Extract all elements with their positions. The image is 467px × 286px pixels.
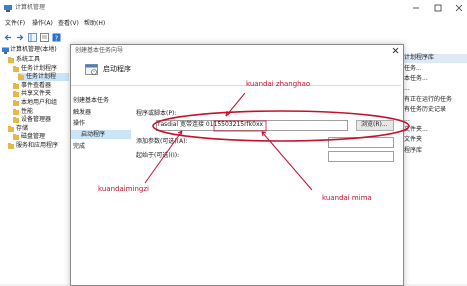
annotation-mingzi-label: kuandaimingzi [98, 185, 149, 193]
step-start-program: 启动程序 [81, 131, 106, 138]
tree-item[interactable]: 事件查看器 [13, 82, 69, 90]
tree-item-label: 任务计划程 [26, 73, 57, 81]
tree-item-label: 服务和应用程序 [16, 142, 59, 149]
tree-item[interactable]: 任务计划程序 [13, 65, 69, 73]
tree-item-label: 共享文件夹 [21, 90, 52, 98]
computer-icon [2, 47, 9, 54]
action-item[interactable]: 文件夹... [404, 127, 428, 134]
start-in-input[interactable] [328, 151, 394, 162]
tree-item-label: 系统工具 [16, 56, 41, 63]
actions-pane: 计划程序库 任务... 本任务...... 有正在运行的任务 有任务历史记录... 文件… [400, 44, 467, 284]
tree-item-label: 事件查看器 [21, 81, 52, 89]
actions-header-label: 计划程序库 [404, 54, 435, 61]
computer-management-icon [4, 4, 12, 12]
maximize-icon[interactable] [433, 4, 443, 12]
svg-text:?: ? [55, 34, 59, 42]
tree-item-label: 性能 [21, 107, 34, 115]
action-item[interactable]: 有正在运行的任务 [404, 96, 452, 104]
menu-help[interactable]: 帮助(H) [84, 20, 105, 28]
start-in-label: 起始于(可选)(I): [136, 152, 180, 159]
menu-view[interactable]: 查看(V) [58, 20, 79, 28]
minimize-icon[interactable] [411, 4, 421, 12]
tree-item-label: 本地用户和组 [21, 99, 58, 106]
add-arguments-input[interactable] [328, 137, 394, 148]
tree-item[interactable]: 系统工具 [8, 56, 69, 64]
action-item[interactable]: 任务... [404, 65, 422, 73]
step-create-basic-task: 创建基本任务 [73, 97, 110, 104]
help-icon[interactable]: ? [52, 33, 61, 42]
console-tree: 计算机管理(本地) 系统工具 任务计划程序 任务计划程 事件查看器 共享文件夹 本地用户和… [0, 44, 71, 284]
tree-item-label: 磁盘管理 [21, 133, 46, 141]
wizard-header: 启动程序 [71, 57, 401, 86]
action-item[interactable]: ... [404, 86, 410, 93]
forward-arrow-icon[interactable] [15, 33, 24, 42]
tree-item[interactable]: 任务计划程 [18, 73, 69, 82]
toolbar: ? [0, 31, 467, 45]
task-wizard-icon [85, 63, 98, 76]
annotation-mima-label: kuandai mima [322, 194, 372, 202]
step-trigger: 触发器 [73, 109, 92, 116]
action-item[interactable]: 本任务... [404, 76, 428, 83]
browse-button-label: 浏览(R)... [361, 121, 388, 128]
program-script-label: 程序或脚本(P): [136, 110, 177, 117]
tree-item[interactable]: 性能 [13, 108, 69, 116]
menu-file[interactable]: 文件(F) [5, 20, 25, 28]
action-item[interactable]: 文件夹 [404, 137, 422, 144]
action-item[interactable]: 有任务历史记录 [404, 106, 446, 114]
window-titlebar: 计算机管理 [0, 0, 467, 18]
add-arguments-label: 添加参数(可选)(A): [136, 138, 188, 145]
tree-item[interactable]: 本地用户和组 [13, 99, 69, 107]
action-item[interactable]: 程序库 [404, 147, 422, 155]
wizard-close-icon[interactable] [391, 46, 400, 55]
menu-bar: 文件(F) 操作(A) 查看(V) 帮助(H) [0, 17, 467, 31]
action-item[interactable]: ... [404, 116, 410, 124]
tree-item[interactable]: 存储 [8, 125, 69, 133]
tree-item-label: 设备管理器 [21, 116, 52, 124]
wizard-header-title: 启动程序 [103, 65, 131, 73]
program-script-value: rasdial 宽带连接 0115503215rfk0xx [158, 121, 264, 128]
step-action: 操作 [73, 120, 86, 127]
tree-item[interactable]: 服务和应用程序 [8, 142, 69, 150]
tree-item-label: 任务计划程序 [21, 64, 58, 72]
folder-icon [8, 143, 14, 151]
step-finish: 完成 [73, 143, 86, 150]
tree-item[interactable]: 设备管理器 [13, 116, 69, 124]
window-title: 计算机管理 [15, 4, 46, 11]
close-icon[interactable] [454, 4, 464, 12]
menu-action[interactable]: 操作(A) [32, 20, 53, 28]
tree-root-label[interactable]: 计算机管理(本地) [10, 46, 57, 54]
show-hide-tree-icon[interactable] [28, 33, 37, 42]
tree-item-label: 存储 [16, 124, 29, 132]
wizard-title: 创建基本任务向导 [75, 47, 124, 54]
tree-item[interactable]: 共享文件夹 [13, 90, 69, 98]
annotation-zhanghao-label: kuandai zhanghao [246, 80, 311, 88]
tree-item[interactable]: 磁盘管理 [13, 133, 69, 141]
properties-icon[interactable] [40, 33, 49, 42]
back-arrow-icon[interactable] [4, 33, 13, 42]
wizard-titlebar: 创建基本任务向导 [71, 45, 401, 57]
wizard-content: 程序或脚本(P): rasdial 宽带连接 0115503215rfk0xx … [132, 86, 401, 284]
